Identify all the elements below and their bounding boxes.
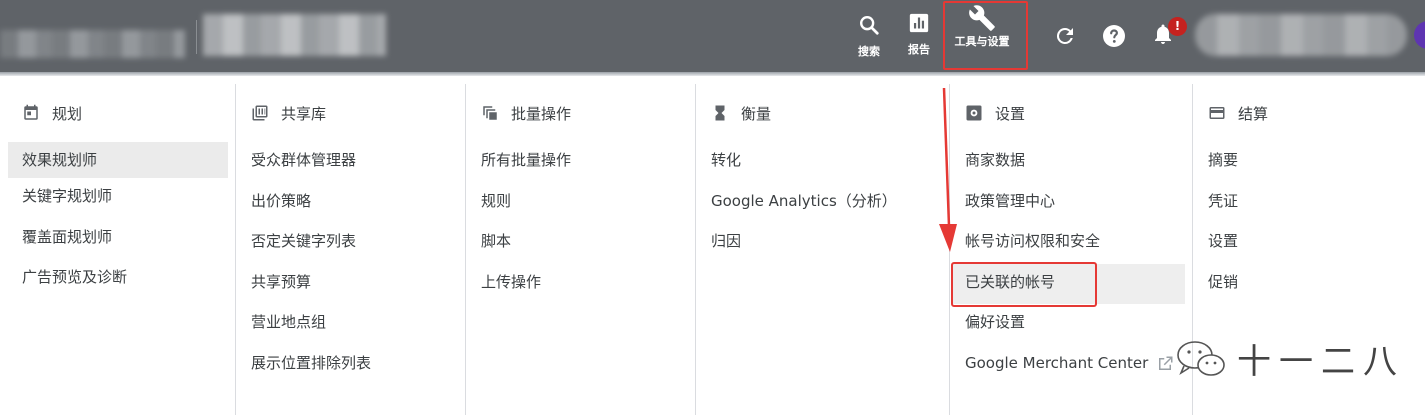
column-title: 设置 [995, 104, 1026, 123]
menu-column-bulk-actions: 批量操作 所有批量操作 规则 脚本 上传操作 [467, 84, 696, 415]
menu-item-google-merchant-center[interactable]: Google Merchant Center [951, 345, 1192, 386]
menu-column-shared-library: 共享库 受众群体管理器 出价策略 否定关键字列表 共享预算 营业地点组 展示位置… [237, 84, 466, 415]
menu-column-measurement: 衡量 转化 Google Analytics（分析） 归因 [697, 84, 950, 415]
menu-item-audience-manager[interactable]: 受众群体管理器 [237, 142, 465, 183]
menu-item-uploads[interactable]: 上传操作 [467, 264, 695, 305]
menu-item-shared-budgets[interactable]: 共享预算 [237, 264, 465, 305]
linked-accounts-highlight-box [951, 262, 1097, 307]
account-name-blurred [0, 30, 185, 58]
menu-item-conversions[interactable]: 转化 [697, 142, 949, 183]
menu-item-billing-settings[interactable]: 设置 [1194, 223, 1425, 264]
column-header: 衡量 [711, 101, 771, 125]
menu-item-keyword-planner[interactable]: 关键字规划师 [8, 178, 235, 219]
reports-button[interactable]: 报告 [902, 12, 936, 56]
merchant-center-label: Google Merchant Center [965, 353, 1149, 372]
menu-item-reach-planner[interactable]: 覆盖面规划师 [8, 219, 235, 260]
menu-item-ad-preview[interactable]: 广告预览及诊断 [8, 259, 235, 300]
column-header: 设置 [965, 101, 1025, 125]
top-bar: 搜索 报告 工具与设置 ! [0, 0, 1425, 72]
external-link-icon [1159, 356, 1173, 370]
avatar[interactable] [1414, 21, 1425, 49]
search-button[interactable]: 搜索 [853, 14, 885, 58]
library-icon [251, 104, 269, 122]
credit-card-icon [1208, 104, 1226, 122]
menu-item-negative-keyword-lists[interactable]: 否定关键字列表 [237, 223, 465, 264]
menu-item-bid-strategies[interactable]: 出价策略 [237, 183, 465, 224]
menu-item-preferences[interactable]: 偏好设置 [951, 304, 1192, 345]
watermark-text: 十一二八 [1237, 342, 1405, 382]
column-header: 规划 [22, 101, 82, 125]
account-id-blurred [203, 14, 386, 56]
menu-item-summary[interactable]: 摘要 [1194, 142, 1425, 183]
menu-item-policy-manager[interactable]: 政策管理中心 [951, 183, 1192, 224]
menu-column-setup: 设置 商家数据 政策管理中心 帐号访问权限和安全 已关联的帐号 偏好设置 Goo… [951, 84, 1193, 415]
user-email-blurred [1195, 14, 1407, 56]
settings-icon [965, 104, 983, 122]
notification-badge: ! [1168, 17, 1187, 36]
calendar-icon [22, 104, 40, 122]
watermark: 十一二八 [1175, 334, 1405, 383]
column-title: 批量操作 [511, 104, 572, 123]
refresh-icon[interactable] [1053, 24, 1077, 48]
wechat-icon [1177, 340, 1225, 376]
topbar-shadow [0, 72, 1425, 76]
menu-column-planning: 规划 效果规划师 关键字规划师 覆盖面规划师 广告预览及诊断 [8, 84, 236, 415]
menu-item-documents[interactable]: 凭证 [1194, 183, 1425, 224]
column-title: 共享库 [281, 104, 327, 123]
column-title: 结算 [1238, 104, 1269, 123]
menu-item-all-bulk-actions[interactable]: 所有批量操作 [467, 142, 695, 183]
hourglass-icon [711, 104, 729, 122]
help-icon[interactable] [1102, 24, 1126, 48]
tools-highlight-box [943, 1, 1028, 70]
menu-item-rules[interactable]: 规则 [467, 183, 695, 224]
menu-item-scripts[interactable]: 脚本 [467, 223, 695, 264]
column-title: 规划 [52, 104, 83, 123]
menu-item-performance-planner[interactable]: 效果规划师 [8, 142, 228, 178]
column-header: 批量操作 [481, 101, 571, 125]
search-icon [860, 16, 879, 35]
menu-item-google-analytics[interactable]: Google Analytics（分析） [697, 183, 949, 224]
column-header: 结算 [1208, 101, 1268, 125]
bulk-copy-icon [481, 104, 499, 122]
menu-item-attribution[interactable]: 归因 [697, 223, 949, 264]
column-header: 共享库 [251, 101, 326, 125]
topbar-divider [196, 20, 197, 54]
bar-chart-icon [909, 13, 929, 33]
reports-label: 报告 [908, 43, 930, 56]
menu-item-access-and-security[interactable]: 帐号访问权限和安全 [951, 223, 1192, 264]
menu-item-placement-exclusion-lists[interactable]: 展示位置排除列表 [237, 345, 465, 386]
column-title: 衡量 [741, 104, 772, 123]
search-label: 搜索 [858, 45, 880, 58]
menu-item-promotions[interactable]: 促销 [1194, 264, 1425, 305]
menu-item-business-data[interactable]: 商家数据 [951, 142, 1192, 183]
menu-item-location-groups[interactable]: 营业地点组 [237, 304, 465, 345]
